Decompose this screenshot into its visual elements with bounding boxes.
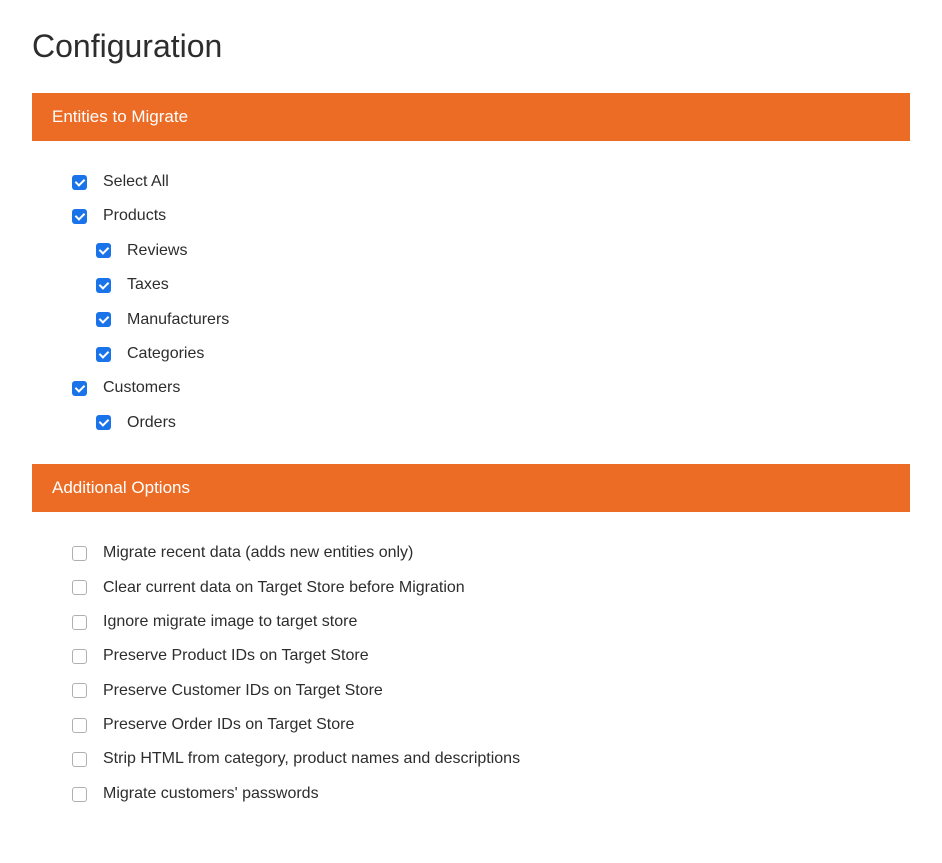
manufacturers-checkbox[interactable]	[96, 312, 111, 327]
entities-body: Select All Products Reviews Taxes Manufa…	[32, 141, 910, 464]
clear-target-row: Clear current data on Target Store befor…	[72, 571, 910, 605]
taxes-checkbox[interactable]	[96, 278, 111, 293]
categories-label: Categories	[127, 343, 204, 365]
taxes-row: Taxes	[96, 268, 910, 302]
migrate-passwords-row: Migrate customers' passwords	[72, 777, 910, 811]
preserve-customer-ids-checkbox[interactable]	[72, 683, 87, 698]
products-row: Products	[72, 199, 910, 233]
taxes-label: Taxes	[127, 274, 169, 296]
preserve-order-ids-checkbox[interactable]	[72, 718, 87, 733]
page-title: Configuration	[32, 28, 910, 65]
manufacturers-label: Manufacturers	[127, 309, 229, 331]
migrate-recent-row: Migrate recent data (adds new entities o…	[72, 536, 910, 570]
entities-section: Entities to Migrate Select All Products …	[32, 93, 910, 464]
select-all-row: Select All	[72, 165, 910, 199]
ignore-images-checkbox[interactable]	[72, 615, 87, 630]
preserve-product-ids-checkbox[interactable]	[72, 649, 87, 664]
preserve-customer-ids-row: Preserve Customer IDs on Target Store	[72, 674, 910, 708]
categories-checkbox[interactable]	[96, 347, 111, 362]
reviews-row: Reviews	[96, 234, 910, 268]
select-all-checkbox[interactable]	[72, 175, 87, 190]
ignore-images-row: Ignore migrate image to target store	[72, 605, 910, 639]
strip-html-checkbox[interactable]	[72, 752, 87, 767]
migrate-passwords-label: Migrate customers' passwords	[103, 783, 319, 805]
migrate-recent-label: Migrate recent data (adds new entities o…	[103, 542, 413, 564]
clear-target-label: Clear current data on Target Store befor…	[103, 577, 465, 599]
additional-body: Migrate recent data (adds new entities o…	[32, 512, 910, 835]
additional-header: Additional Options	[32, 464, 910, 512]
manufacturers-row: Manufacturers	[96, 303, 910, 337]
products-label: Products	[103, 205, 166, 227]
customers-row: Customers	[72, 371, 910, 405]
preserve-customer-ids-label: Preserve Customer IDs on Target Store	[103, 680, 383, 702]
orders-label: Orders	[127, 412, 176, 434]
clear-target-checkbox[interactable]	[72, 580, 87, 595]
reviews-label: Reviews	[127, 240, 187, 262]
preserve-product-ids-label: Preserve Product IDs on Target Store	[103, 645, 369, 667]
ignore-images-label: Ignore migrate image to target store	[103, 611, 357, 633]
customers-label: Customers	[103, 377, 180, 399]
products-checkbox[interactable]	[72, 209, 87, 224]
migrate-passwords-checkbox[interactable]	[72, 787, 87, 802]
entities-header: Entities to Migrate	[32, 93, 910, 141]
orders-row: Orders	[96, 406, 910, 440]
strip-html-row: Strip HTML from category, product names …	[72, 742, 910, 776]
strip-html-label: Strip HTML from category, product names …	[103, 748, 520, 770]
orders-checkbox[interactable]	[96, 415, 111, 430]
additional-section: Additional Options Migrate recent data (…	[32, 464, 910, 835]
reviews-checkbox[interactable]	[96, 243, 111, 258]
preserve-product-ids-row: Preserve Product IDs on Target Store	[72, 639, 910, 673]
customers-checkbox[interactable]	[72, 381, 87, 396]
categories-row: Categories	[96, 337, 910, 371]
preserve-order-ids-label: Preserve Order IDs on Target Store	[103, 714, 354, 736]
select-all-label: Select All	[103, 171, 169, 193]
preserve-order-ids-row: Preserve Order IDs on Target Store	[72, 708, 910, 742]
migrate-recent-checkbox[interactable]	[72, 546, 87, 561]
